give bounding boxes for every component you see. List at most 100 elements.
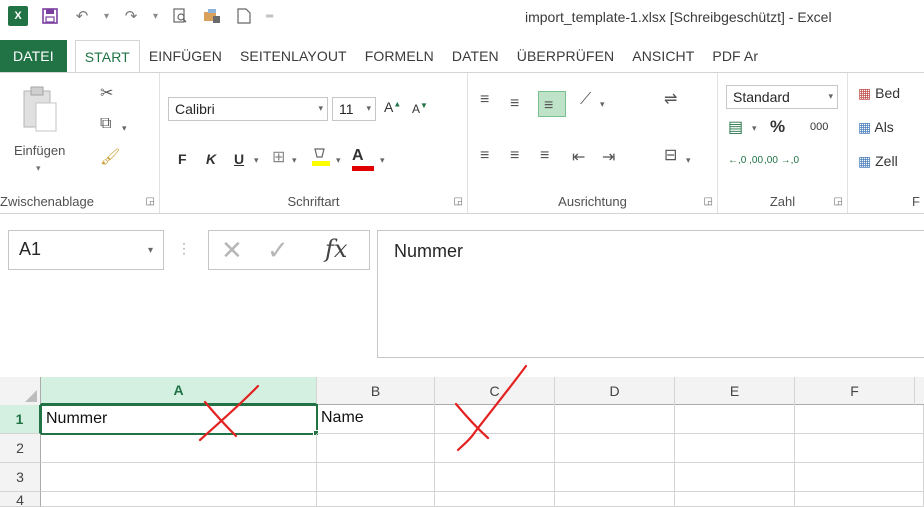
conditional-format-button[interactable]: ▦ Bed [858,85,900,102]
redo-dropdown-icon[interactable]: ▾ [153,11,158,22]
cell-e2[interactable] [675,434,795,463]
font-name-combo[interactable]: Calibri ▾ [168,97,328,121]
fill-color-icon[interactable] [310,145,332,172]
cell-c2[interactable] [435,434,555,463]
decrease-indent-icon[interactable]: ⇤ [572,147,586,167]
tab-formeln[interactable]: FORMELN [356,40,443,72]
column-header-f[interactable]: F [795,377,915,405]
cell-e4[interactable] [675,492,795,507]
currency-icon[interactable]: ▤ [728,117,743,137]
font-name-dropdown-icon[interactable]: ▾ [318,103,323,114]
cell-c3[interactable] [435,463,555,492]
cell-d3[interactable] [555,463,675,492]
row-header-3[interactable]: 3 [0,463,41,492]
paste-icon[interactable] [20,83,60,135]
cell-f3[interactable] [795,463,924,492]
fill-color-dropdown-icon[interactable]: ▾ [336,155,341,166]
row-header-1[interactable]: 1 [0,405,41,434]
font-size-combo[interactable]: 11 ▾ [332,97,376,121]
clipboard-launcher-icon[interactable]: ◲ [146,196,155,207]
cell-f4[interactable] [795,492,924,507]
tab-ueberpruefen[interactable]: ÜBERPRÜFEN [508,40,623,72]
enter-icon[interactable]: ✓ [267,235,289,266]
row-header-4[interactable]: 4 [0,492,41,507]
insert-function-icon[interactable]: fx [325,235,347,263]
decrease-decimal-button[interactable]: ,00 →,0 [764,155,799,166]
formula-input[interactable]: Nummer [377,230,924,358]
paste-dropdown-icon[interactable]: ▾ [36,163,41,174]
cell-e3[interactable] [675,463,795,492]
bold-button[interactable]: F [178,151,187,167]
tab-einfuegen[interactable]: EINFÜGEN [140,40,231,72]
italic-button[interactable]: K [206,151,216,167]
cell-d2[interactable] [555,434,675,463]
select-all-button[interactable] [0,377,41,405]
touch-mode-icon[interactable] [202,6,222,26]
column-header-e[interactable]: E [675,377,795,405]
paste-button-label[interactable]: Einfügen [14,143,65,158]
redo-icon[interactable]: ↷ [121,6,141,26]
print-preview-icon[interactable] [170,6,190,26]
underline-button[interactable]: U [234,151,244,167]
tab-start[interactable]: START [74,40,140,72]
cell-e1[interactable] [675,405,795,434]
save-icon[interactable] [40,6,60,26]
cell-b4[interactable] [317,492,435,507]
orientation-dropdown-icon[interactable]: ▾ [600,99,605,110]
number-format-combo[interactable]: Standard ▾ [726,85,838,109]
cell-styles-button[interactable]: ▦ Zell [858,153,898,170]
formula-bar-grip-icon[interactable]: ⋮ [177,240,191,257]
orientation-icon[interactable]: ⟋ [580,91,592,109]
grow-font-button[interactable]: A▲ [384,99,401,115]
currency-dropdown-icon[interactable]: ▾ [752,123,757,134]
cell-a1[interactable]: Nummer [40,404,318,435]
font-color-button[interactable]: A [352,147,374,171]
cell-a2[interactable] [41,434,317,463]
number-launcher-icon[interactable]: ◲ [834,196,843,207]
undo-icon[interactable]: ↶ [72,6,92,26]
tab-daten[interactable]: DATEN [443,40,508,72]
cell-d4[interactable] [555,492,675,507]
tab-pdf[interactable]: PDF Ar [703,40,767,72]
customize-icon[interactable]: ═ [266,11,273,22]
merge-center-icon[interactable]: ⊟ [664,145,678,165]
number-format-dropdown-icon[interactable]: ▾ [828,91,833,102]
cut-icon[interactable]: ✂ [100,83,113,103]
tab-seitenlayout[interactable]: SEITENLAYOUT [231,40,356,72]
borders-icon[interactable]: ⊞ [272,147,285,167]
undo-dropdown-icon[interactable]: ▾ [104,11,109,22]
cell-f1[interactable] [795,405,924,434]
column-header-d[interactable]: D [555,377,675,405]
format-as-table-button[interactable]: ▦ Als [858,119,894,136]
thousands-button[interactable]: 000 [810,121,828,133]
cancel-icon[interactable]: ✕ [221,235,243,266]
row-header-2[interactable]: 2 [0,434,41,463]
align-right-icon[interactable]: ≡ [540,147,550,165]
cell-b1[interactable]: Name [317,405,435,434]
column-header-c[interactable]: C [435,377,555,405]
cell-a4[interactable] [41,492,317,507]
alignment-launcher-icon[interactable]: ◲ [704,196,713,207]
name-box-dropdown-icon[interactable]: ▾ [148,245,153,256]
wrap-text-icon[interactable]: ⇌ [664,89,678,109]
align-center-icon[interactable]: ≡ [510,147,520,165]
cell-b3[interactable] [317,463,435,492]
cell-b2[interactable] [317,434,435,463]
column-header-a[interactable]: A [41,377,317,405]
column-header-b[interactable]: B [317,377,435,405]
align-middle-icon[interactable]: ≡ [510,95,520,113]
tab-datei[interactable]: DATEI [0,40,67,72]
new-file-icon[interactable] [234,6,254,26]
cell-c4[interactable] [435,492,555,507]
borders-dropdown-icon[interactable]: ▾ [292,155,297,166]
underline-dropdown-icon[interactable]: ▾ [254,155,259,166]
align-left-icon[interactable]: ≡ [480,147,490,165]
increase-decimal-button[interactable]: ←,0 ,00 [728,155,763,166]
font-size-dropdown-icon[interactable]: ▾ [366,103,371,114]
tab-ansicht[interactable]: ANSICHT [623,40,703,72]
copy-icon[interactable]: ⧉ [100,115,111,133]
cell-d1[interactable] [555,405,675,434]
increase-indent-icon[interactable]: ⇥ [602,147,616,167]
align-top-icon[interactable]: ≡ [480,91,490,109]
name-box[interactable]: A1 ▾ [8,230,164,270]
